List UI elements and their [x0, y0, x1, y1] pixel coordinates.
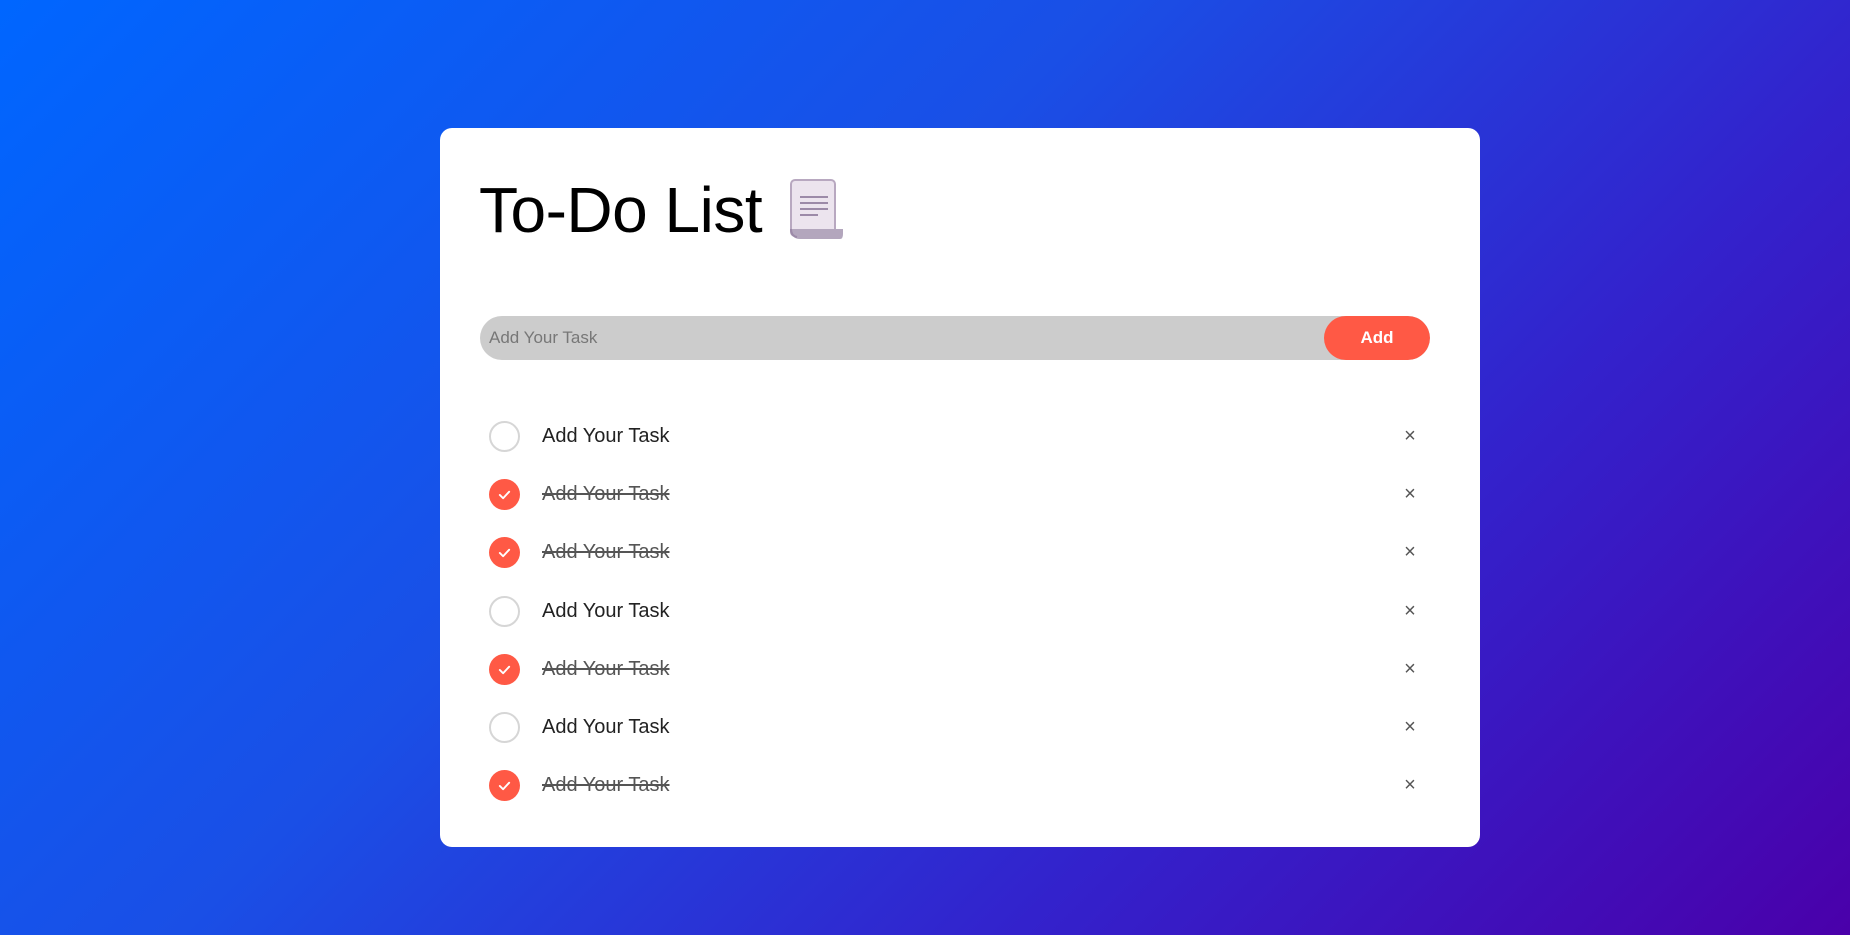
close-icon[interactable]: ×	[1400, 716, 1420, 738]
close-icon[interactable]: ×	[1400, 541, 1420, 563]
unchecked-circle-icon[interactable]	[489, 420, 520, 452]
checkmark-icon	[498, 665, 511, 675]
task-text: Add Your Task	[542, 716, 670, 739]
task-list: Add Your Task × Add Your Task × Add Your Tas…	[480, 407, 1430, 815]
todo-card: To-Do List Add Add Your Task×Add Your Ta…	[440, 128, 1480, 847]
task-text: Add Your Task	[542, 657, 670, 680]
task-text: Add Your Task	[542, 599, 670, 622]
close-icon[interactable]: ×	[1400, 483, 1420, 505]
checkmark-icon	[498, 490, 511, 500]
task-text: Add Your Task	[542, 774, 670, 797]
scroll-document-icon	[788, 179, 844, 241]
task-item[interactable]: Add Your Task ×	[480, 407, 1430, 465]
close-icon[interactable]: ×	[1400, 600, 1420, 622]
checkmark-icon	[498, 782, 511, 791]
checked-circle-icon[interactable]	[489, 537, 520, 569]
checked-circle-icon[interactable]	[489, 478, 520, 510]
checked-circle-icon[interactable]	[489, 770, 520, 802]
page-title: To-Do List	[479, 174, 763, 246]
task-text: Add Your Task	[542, 424, 670, 447]
checked-circle-icon[interactable]	[489, 653, 520, 685]
task-item[interactable]: Add Your Task ×	[480, 465, 1430, 523]
close-icon[interactable]: ×	[1400, 658, 1420, 680]
checkmark-icon	[498, 548, 511, 558]
unchecked-circle-icon[interactable]	[489, 595, 520, 627]
close-icon[interactable]: ×	[1400, 774, 1420, 796]
task-item[interactable]: Add Your Task ×	[480, 524, 1430, 582]
unchecked-circle-icon[interactable]	[489, 712, 520, 744]
task-text: Add Your Task	[542, 541, 670, 564]
add-button[interactable]: Add	[1324, 316, 1430, 360]
task-text: Add Your Task	[542, 482, 670, 505]
title-row: To-Do List	[479, 178, 844, 242]
task-item[interactable]: Add Your Task ×	[480, 640, 1430, 698]
task-item[interactable]: Add Your Task ×	[480, 757, 1430, 815]
task-input[interactable]	[480, 316, 1324, 360]
task-item[interactable]: Add Your Task ×	[480, 698, 1430, 756]
add-task-bar: Add	[480, 316, 1430, 360]
close-icon[interactable]: ×	[1400, 425, 1420, 447]
task-item[interactable]: Add Your Task ×	[480, 582, 1430, 640]
